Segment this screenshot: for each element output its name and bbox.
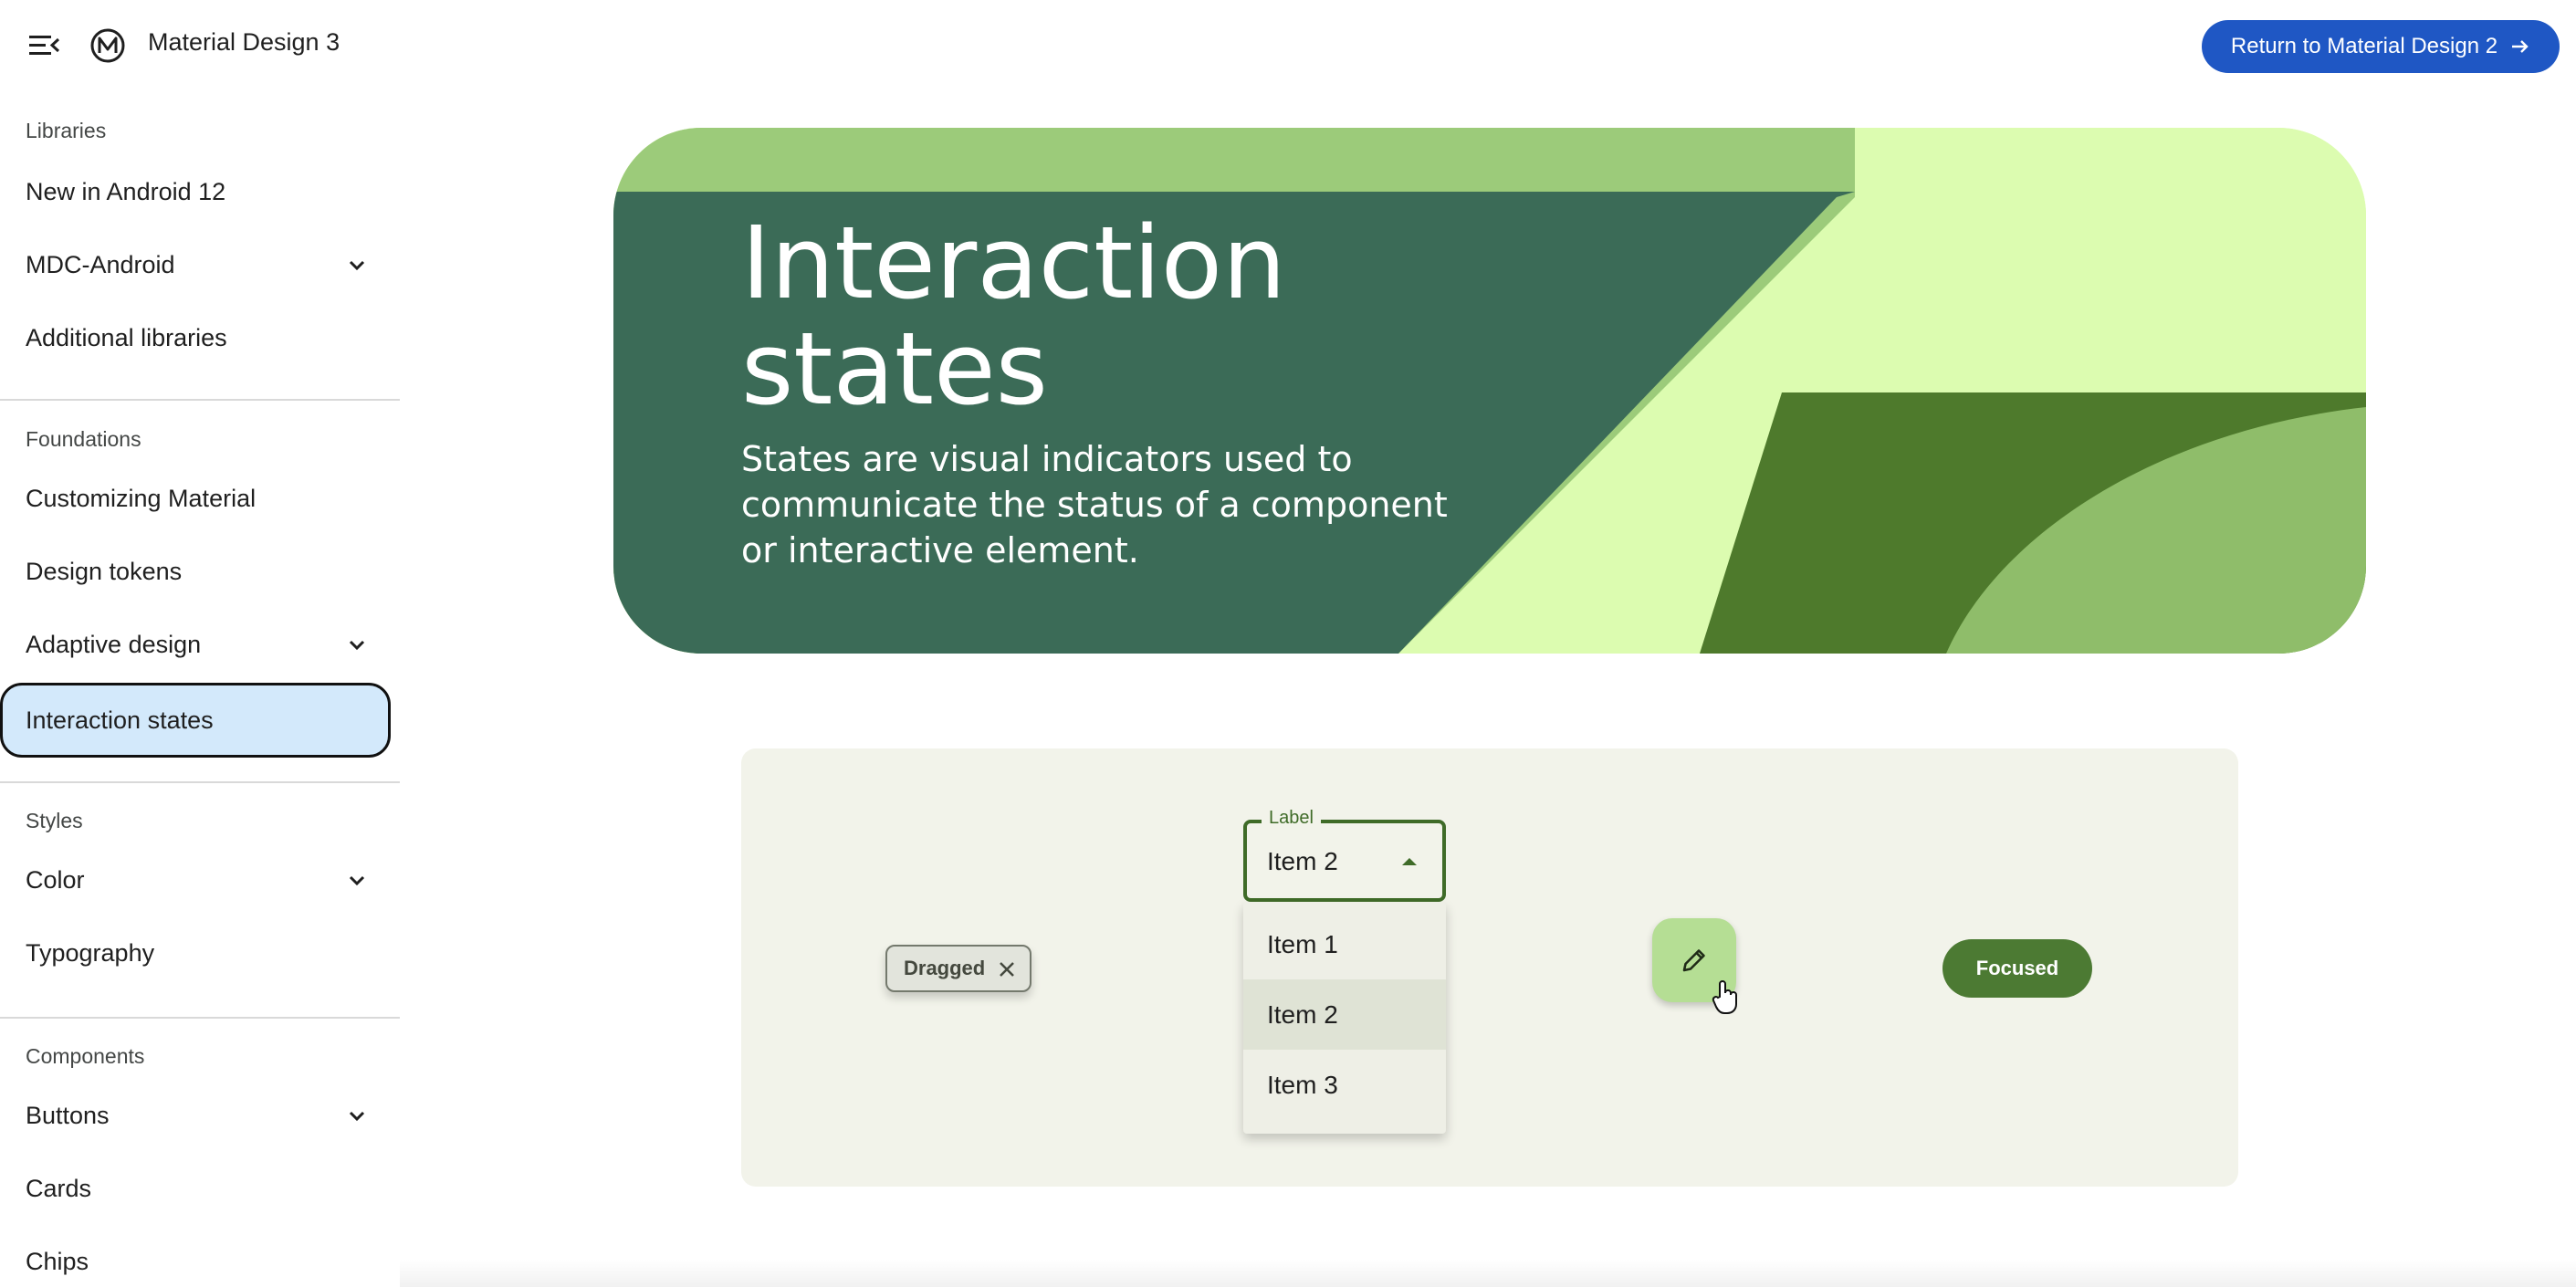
section-header-styles: Styles — [26, 809, 83, 832]
divider — [0, 1017, 400, 1019]
hero-banner: Interaction states States are visual ind… — [613, 128, 2366, 654]
menu-icon[interactable] — [24, 29, 64, 62]
material-logo-icon[interactable] — [89, 27, 126, 64]
sidebar-item-label: Additional libraries — [26, 323, 227, 351]
chevron-down-icon[interactable] — [345, 1104, 369, 1128]
sidebar-item-label: New in Android 12 — [26, 177, 226, 205]
select-dropdown-menu: Item 1 Item 2 Item 3 — [1243, 902, 1446, 1134]
pencil-icon — [1682, 949, 1705, 972]
dragged-chip[interactable]: Dragged — [885, 945, 1031, 992]
select-value: Item 2 — [1267, 847, 1338, 875]
sidebar-item-label: Design tokens — [26, 557, 183, 585]
sidebar-item-additional-libraries[interactable]: Additional libraries — [0, 301, 391, 374]
return-button-label: Return to Material Design 2 — [2230, 34, 2498, 58]
menu-item-item-2[interactable]: Item 2 — [1243, 979, 1446, 1050]
sidebar-item-new-in-android-12[interactable]: New in Android 12 — [0, 155, 391, 228]
menu-item-item-1[interactable]: Item 1 — [1243, 909, 1446, 979]
sidebar-item-label: Interaction states — [26, 706, 214, 734]
sidebar-item-label: Typography — [26, 938, 155, 967]
label-select-field[interactable]: Label Item 2 — [1243, 808, 1446, 902]
sidebar-item-color[interactable]: Color — [0, 843, 391, 916]
sidebar-item-label: Buttons — [26, 1101, 110, 1129]
divider — [0, 399, 400, 401]
sidebar-nav: Libraries New in Android 12 MDC-Android … — [0, 91, 400, 1287]
sidebar-item-label: Chips — [26, 1247, 89, 1275]
sidebar-item-chips[interactable]: Chips — [0, 1225, 391, 1287]
sidebar-item-buttons[interactable]: Buttons — [0, 1079, 391, 1152]
sidebar-item-label: MDC-Android — [26, 250, 175, 278]
divider — [0, 781, 400, 783]
hero-subtitle: States are visual indicators used to com… — [741, 439, 1448, 570]
sidebar-item-typography[interactable]: Typography — [0, 916, 391, 989]
arrow-right-icon — [2512, 40, 2529, 53]
section-header-libraries: Libraries — [26, 119, 107, 142]
select-label: Label — [1262, 808, 1321, 829]
hand-cursor-icon — [1712, 980, 1737, 1014]
page-bottom-fade — [400, 1260, 2576, 1287]
sidebar-item-customizing-material[interactable]: Customizing Material — [0, 462, 391, 535]
return-to-md2-button[interactable]: Return to Material Design 2 — [2202, 20, 2560, 73]
caret-up-icon[interactable] — [1402, 858, 1417, 865]
sidebar-item-label: Adaptive design — [26, 630, 202, 658]
sidebar-item-design-tokens[interactable]: Design tokens — [0, 535, 391, 608]
chevron-down-icon[interactable] — [345, 633, 369, 657]
menu-item-item-3[interactable]: Item 3 — [1243, 1050, 1446, 1120]
chip-label: Dragged — [904, 957, 986, 979]
sidebar-item-interaction-states[interactable]: Interaction states — [0, 683, 391, 758]
sidebar-item-label: Cards — [26, 1174, 92, 1202]
top-app-bar: Material Design 3 Return to Material Des… — [0, 0, 2576, 91]
sidebar-item-cards[interactable]: Cards — [0, 1152, 391, 1225]
app-title[interactable]: Material Design 3 — [148, 28, 340, 57]
section-header-components: Components — [26, 1044, 145, 1068]
sidebar-item-label: Color — [26, 865, 85, 894]
section-header-foundations: Foundations — [26, 427, 141, 451]
chevron-down-icon[interactable] — [345, 869, 369, 893]
focused-button[interactable]: Focused — [1942, 939, 2092, 998]
sidebar-item-mdc-android[interactable]: MDC-Android — [0, 228, 391, 301]
chevron-down-icon[interactable] — [345, 254, 369, 277]
sidebar-item-label: Customizing Material — [26, 484, 257, 512]
sidebar-item-adaptive-design[interactable]: Adaptive design — [0, 608, 391, 681]
hero-title: Interaction states — [741, 204, 1286, 427]
close-icon[interactable] — [997, 959, 1017, 979]
interaction-demo-panel: Dragged Label Item 2 Item 1 Item 2 Item … — [741, 748, 2238, 1187]
